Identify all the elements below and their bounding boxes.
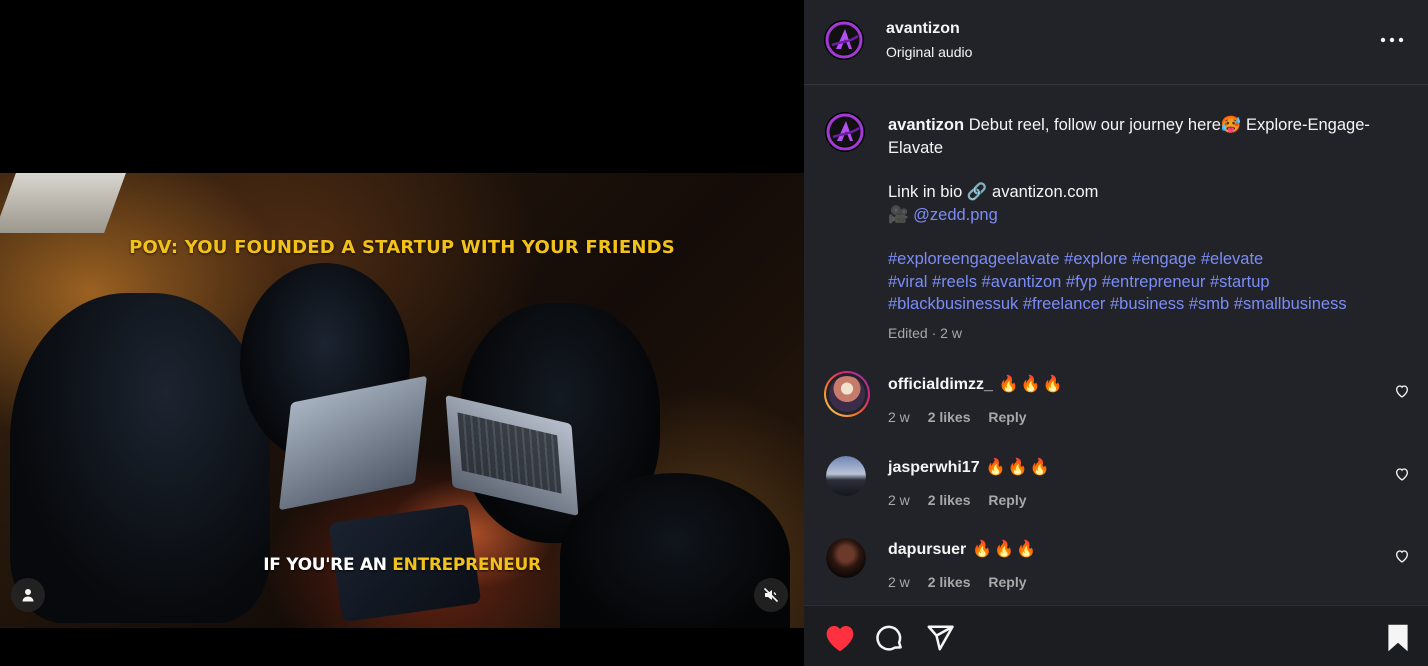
comment-likes[interactable]: 2 likes	[928, 409, 971, 425]
avantizon-logo-icon	[825, 21, 863, 59]
like-button[interactable]	[824, 623, 856, 653]
mute-toggle-button[interactable]	[754, 578, 788, 612]
hashtag-line[interactable]: #blackbusinessuk #freelancer #business #…	[888, 295, 1347, 313]
video-caption-bottom-highlight: ENTREPRENEUR	[392, 555, 541, 575]
hashtag-line[interactable]: #exploreengageelavate #explore #engage #…	[888, 250, 1263, 268]
comment-text: 🔥🔥🔥	[972, 541, 1039, 558]
comment-meta: 2 w 2 likes Reply	[888, 409, 1041, 425]
caption-username[interactable]: avantizon	[888, 116, 964, 134]
video-caption-bottom: IF YOU'RE AN ENTREPRENEUR	[0, 555, 804, 575]
comment-item: dapursuer 🔥🔥🔥 2 w 2 likes Reply	[804, 534, 1428, 604]
video-person-bottom	[560, 473, 790, 628]
tagged-users-button[interactable]	[11, 578, 45, 612]
heart-filled-icon	[826, 626, 854, 652]
reel-video-pane[interactable]: POV: YOU FOUNDED A STARTUP WITH YOUR FRI…	[0, 0, 804, 665]
comment-meta: 2 w 2 likes Reply	[888, 574, 1041, 590]
post-caption: avantizon Debut reel, follow our journey…	[888, 114, 1418, 316]
heart-outline-icon[interactable]	[1394, 383, 1410, 399]
video-caption-bottom-prefix: IF YOU'RE AN	[263, 555, 393, 575]
edited-timestamp: Edited · 2 w	[888, 325, 962, 341]
mention-link[interactable]: @zedd.png	[913, 206, 998, 224]
avantizon-logo-icon	[826, 113, 864, 151]
original-audio-link[interactable]: Original audio	[886, 44, 972, 60]
comment-likes[interactable]: 2 likes	[928, 574, 971, 590]
caption-hashtags: #exploreengageelavate #explore #engage #…	[888, 248, 1418, 316]
comment-line: officialdimzz_ 🔥🔥🔥	[888, 374, 1065, 394]
avatar[interactable]	[824, 20, 864, 60]
avatar[interactable]	[826, 456, 866, 496]
comment-item: jasperwhi17 🔥🔥🔥 2 w 2 likes Reply	[804, 452, 1428, 522]
save-button[interactable]	[1382, 623, 1414, 653]
more-horizontal-icon	[1380, 37, 1404, 43]
comment-likes[interactable]: 2 likes	[928, 492, 971, 508]
avatar[interactable]	[826, 538, 866, 578]
more-options-button[interactable]	[1374, 26, 1410, 54]
camera-emoji: 🎥	[888, 205, 909, 224]
comment-text: 🔥🔥🔥	[985, 459, 1052, 476]
post-header: avantizon Original audio	[804, 0, 1428, 85]
comment-line: jasperwhi17 🔥🔥🔥	[888, 457, 1051, 477]
comment-text: 🔥🔥🔥	[998, 376, 1065, 393]
heart-outline-icon[interactable]	[1394, 466, 1410, 482]
comment-age: 2 w	[888, 574, 910, 590]
reel-video-frame[interactable]: POV: YOU FOUNDED A STARTUP WITH YOUR FRI…	[0, 173, 804, 628]
comment-username[interactable]: jasperwhi17	[888, 459, 980, 476]
caption-avatar[interactable]	[825, 112, 865, 152]
caption-link-line: Link in bio 🔗 avantizon.com	[888, 183, 1099, 201]
comment-age: 2 w	[888, 492, 910, 508]
comment-username[interactable]: officialdimzz_	[888, 376, 993, 393]
speaker-muted-icon	[763, 587, 779, 603]
comment-item: officialdimzz_ 🔥🔥🔥 2 w 2 likes Reply	[804, 369, 1428, 439]
person-icon	[22, 589, 34, 602]
share-button[interactable]	[924, 623, 956, 653]
reply-button[interactable]: Reply	[988, 409, 1026, 425]
video-background-door	[0, 173, 126, 233]
comment-age: 2 w	[888, 409, 910, 425]
reply-button[interactable]: Reply	[988, 574, 1026, 590]
video-caption-top: POV: YOU FOUNDED A STARTUP WITH YOUR FRI…	[129, 237, 675, 258]
avatar[interactable]	[824, 371, 870, 417]
paper-plane-icon	[927, 625, 954, 651]
comment-username[interactable]: dapursuer	[888, 541, 966, 558]
comment-button[interactable]	[874, 623, 906, 653]
post-author-username[interactable]: avantizon	[886, 20, 960, 38]
comment-line: dapursuer 🔥🔥🔥	[888, 539, 1038, 559]
heart-outline-icon[interactable]	[1394, 548, 1410, 564]
caption-mention-line: 🎥 @zedd.png	[888, 204, 1418, 227]
reply-button[interactable]: Reply	[988, 492, 1026, 508]
hashtag-line[interactable]: #viral #reels #avantizon #fyp #entrepren…	[888, 273, 1270, 291]
comment-bubble-icon	[876, 625, 902, 651]
post-action-bar	[804, 605, 1428, 666]
bookmark-filled-icon	[1388, 624, 1408, 652]
caption-first-line: avantizon Debut reel, follow our journey…	[888, 114, 1418, 159]
comment-meta: 2 w 2 likes Reply	[888, 492, 1041, 508]
post-details-panel: avantizon Original audio avantizon Debut…	[804, 0, 1428, 666]
